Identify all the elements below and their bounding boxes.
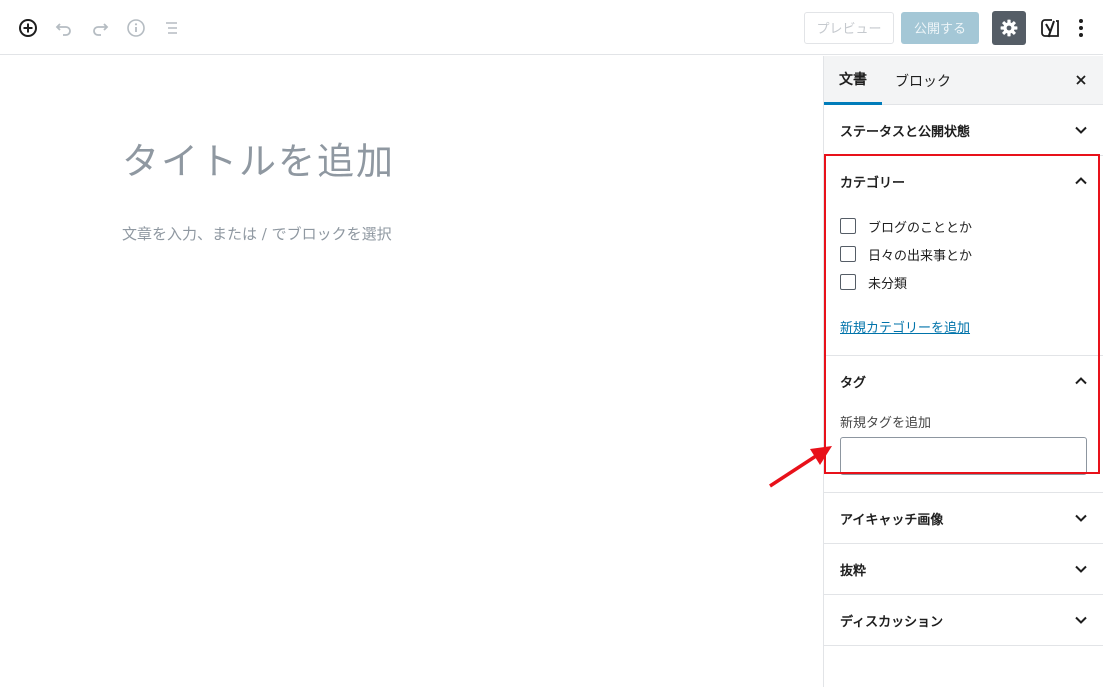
preview-button[interactable]: プレビュー [804, 11, 894, 44]
panel-discussion-toggle[interactable]: ディスカッション [824, 595, 1103, 645]
yoast-button[interactable] [1035, 11, 1067, 45]
category-item[interactable]: ブログのこととか [840, 212, 1087, 240]
yoast-icon [1041, 17, 1060, 38]
post-title-input[interactable]: タイトルを追加 [122, 131, 395, 185]
panel-featured-image: アイキャッチ画像 [824, 493, 1103, 544]
category-checkbox[interactable] [840, 246, 856, 262]
panel-excerpt-toggle[interactable]: 抜粋 [824, 544, 1103, 594]
panel-discussion: ディスカッション [824, 595, 1103, 646]
category-item[interactable]: 日々の出来事とか [840, 240, 1087, 268]
chevron-down-icon [1075, 616, 1087, 624]
category-label: 未分類 [868, 276, 908, 292]
add-new-category-link[interactable]: 新規カテゴリーを追加 [840, 317, 1087, 355]
category-label: ブログのこととか [868, 220, 973, 236]
add-block-icon[interactable] [10, 10, 46, 46]
tab-document[interactable]: 文書 [824, 56, 882, 105]
more-options-button[interactable] [1068, 11, 1094, 45]
more-vertical-icon [1079, 18, 1083, 37]
chevron-up-icon [1075, 377, 1087, 385]
panel-featured-image-toggle[interactable]: アイキャッチ画像 [824, 493, 1103, 543]
panel-categories-toggle[interactable]: カテゴリー [824, 156, 1103, 206]
settings-button[interactable] [992, 10, 1026, 45]
info-icon[interactable] [118, 10, 154, 46]
add-tag-input[interactable] [840, 437, 1087, 475]
category-label: 日々の出来事とか [868, 248, 973, 264]
panel-categories-title: カテゴリー [840, 175, 906, 191]
chevron-up-icon [1075, 177, 1087, 185]
toolbar-right-group: プレビュー 公開する [804, 0, 1103, 55]
chevron-down-icon [1075, 514, 1087, 522]
gear-icon [1000, 19, 1018, 36]
chevron-down-icon [1075, 565, 1087, 573]
publish-button[interactable]: 公開する [901, 11, 979, 44]
panel-featured-image-title: アイキャッチ画像 [840, 512, 944, 528]
close-sidebar-button[interactable] [1069, 68, 1093, 92]
block-appender[interactable]: 文章を入力、または / でブロックを選択 [122, 223, 392, 244]
panel-tags: タグ 新規タグを追加 [824, 356, 1103, 493]
sidebar-tabs: 文書 ブロック [824, 56, 1103, 105]
chevron-down-icon [1075, 126, 1087, 134]
panel-tags-toggle[interactable]: タグ [824, 356, 1103, 406]
close-icon [1076, 75, 1086, 85]
panel-tags-title: タグ [840, 375, 867, 391]
panel-status-toggle[interactable]: ステータスと公開状態 [824, 105, 1103, 155]
category-list: ブログのこととか 日々の出来事とか 未分類 [824, 206, 1103, 296]
panel-discussion-title: ディスカッション [840, 614, 944, 630]
category-item[interactable]: 未分類 [840, 268, 1087, 296]
panel-categories: カテゴリー ブログのこととか 日々の出来事とか 未分類 新規カテゴリーを追加 [824, 156, 1103, 356]
category-checkbox[interactable] [840, 218, 856, 234]
list-view-icon[interactable] [154, 10, 190, 46]
editor-toolbar: プレビュー 公開する [0, 0, 1103, 55]
category-checkbox[interactable] [840, 274, 856, 290]
undo-icon[interactable] [46, 10, 82, 46]
panel-status-visibility: ステータスと公開状態 [824, 105, 1103, 156]
tag-input-label: 新規タグを追加 [840, 416, 932, 431]
redo-icon[interactable] [82, 10, 118, 46]
panel-excerpt: 抜粋 [824, 544, 1103, 595]
panel-excerpt-title: 抜粋 [840, 563, 867, 579]
toolbar-left-group [10, 0, 190, 55]
settings-sidebar: 文書 ブロック ステータスと公開状態 カテゴリー ブログのこととか 日々の出来事… [823, 56, 1103, 687]
editor-canvas: タイトルを追加 文章を入力、または / でブロックを選択 [0, 56, 823, 687]
panel-status-title: ステータスと公開状態 [840, 124, 971, 140]
tab-block[interactable]: ブロック [895, 56, 951, 105]
